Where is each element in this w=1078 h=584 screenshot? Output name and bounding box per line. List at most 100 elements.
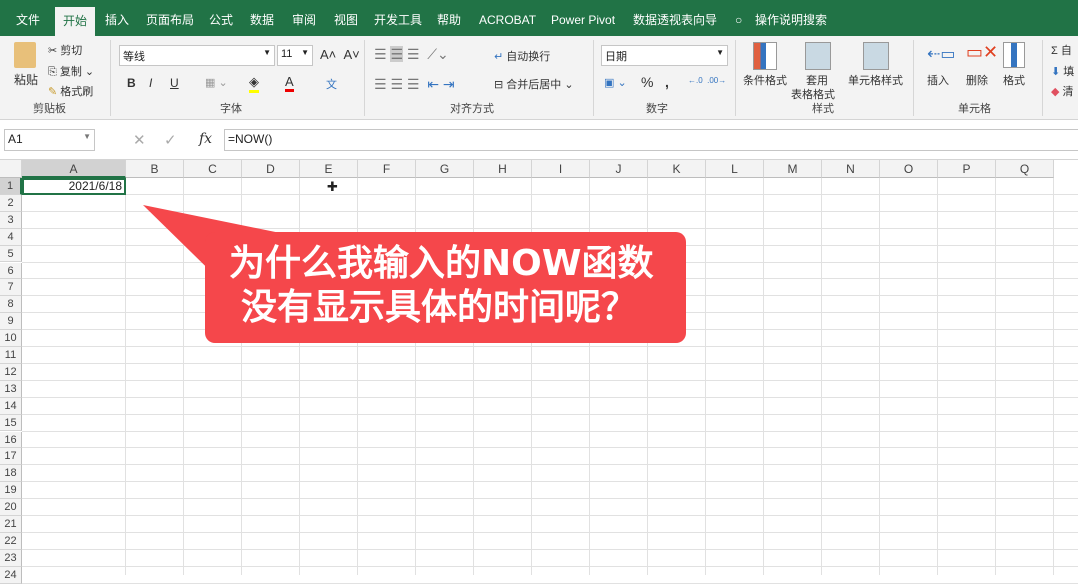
clear-button[interactable]: ◆ 清 — [1051, 83, 1074, 99]
horizontal-align-icons[interactable]: ☰ ☰ ☰ ⇤ ⇥ — [374, 76, 455, 93]
decimal-icons[interactable]: ←.0 .00→ — [688, 76, 726, 85]
tab-9[interactable]: 帮助 — [429, 0, 469, 36]
merge-center-button[interactable]: ⊟ 合并后居中 ⌄ — [494, 76, 574, 92]
insert-function-button[interactable]: fx — [199, 131, 212, 147]
currency-icon[interactable]: ▣ ⌄ — [604, 76, 627, 89]
column-header-Q[interactable]: Q — [996, 160, 1054, 178]
row-header-7[interactable]: 7 — [0, 279, 22, 297]
row-header-21[interactable]: 21 — [0, 516, 22, 533]
font-name-select[interactable]: 等线 ▼ — [119, 45, 275, 66]
tab-10[interactable]: ACROBAT — [471, 0, 544, 36]
row-header-9[interactable]: 9 — [0, 313, 22, 331]
paste-icon[interactable] — [14, 42, 36, 68]
underline-button[interactable]: U — [170, 76, 179, 90]
row-header-5[interactable]: 5 — [0, 245, 22, 263]
grow-font-button[interactable]: A˄ A˅ — [320, 47, 360, 62]
conditional-format-button[interactable]: 条件格式 — [743, 72, 787, 88]
font-color-button[interactable]: A — [285, 74, 294, 92]
row-header-6[interactable]: 6 — [0, 262, 22, 280]
row-header-4[interactable]: 4 — [0, 228, 22, 246]
column-header-I[interactable]: I — [532, 160, 590, 178]
row-header-8[interactable]: 8 — [0, 296, 22, 314]
format-painter-button[interactable]: ✎ 格式刷 — [48, 83, 93, 99]
tab-13[interactable]: 操作说明搜索 — [747, 0, 835, 36]
cell-styles-button[interactable]: 单元格样式 — [848, 72, 903, 88]
enter-icon[interactable]: ✓ — [164, 131, 177, 149]
row-header-14[interactable]: 14 — [0, 397, 22, 415]
fill-color-icon[interactable]: ◈ — [249, 74, 259, 93]
tab-7[interactable]: 视图 — [326, 0, 366, 36]
row-header-11[interactable]: 11 — [0, 347, 22, 364]
number-format-select[interactable]: 日期 ▼ — [601, 45, 728, 66]
row-header-18[interactable]: 18 — [0, 465, 22, 483]
gridline — [22, 362, 1078, 364]
paste-button[interactable]: 粘贴 — [14, 71, 38, 88]
cell-A1[interactable]: 2021/6/18 — [22, 178, 126, 195]
bold-button[interactable]: B — [127, 76, 136, 90]
tab-4[interactable]: 公式 — [201, 0, 241, 36]
spreadsheet-grid[interactable]: A B C D E F G H I J K L M N O P Q 1 2 3 4 5 6 7 8 9 10 11 12 13 14 15 16… — [0, 160, 1078, 584]
row-header-13[interactable]: 13 — [0, 380, 22, 398]
formula-input[interactable]: =NOW() — [224, 129, 1078, 151]
column-header-D[interactable]: D — [242, 160, 300, 178]
format-cells-button[interactable]: 格式 — [1003, 72, 1025, 88]
border-icon[interactable]: ▦ ⌄ — [205, 76, 228, 89]
percent-button[interactable]: % — [641, 74, 653, 90]
row-header-2[interactable]: 2 — [0, 194, 22, 212]
column-header-M[interactable]: M — [764, 160, 822, 178]
tab-2[interactable]: 插入 — [97, 0, 137, 36]
column-header-J[interactable]: J — [590, 160, 648, 178]
column-header-H[interactable]: H — [474, 160, 532, 178]
column-header-B[interactable]: B — [126, 160, 184, 178]
row-header-17[interactable]: 17 — [0, 448, 22, 466]
row-header-10[interactable]: 10 — [0, 330, 22, 347]
row-header-16[interactable]: 16 — [0, 431, 22, 449]
column-header-G[interactable]: G — [416, 160, 474, 178]
vertical-align-icons[interactable]: ☰ ☰ ☰ ⟋⌄ — [374, 46, 449, 63]
cut-button[interactable]: ✂ 剪切 — [48, 42, 82, 58]
column-header-K[interactable]: K — [648, 160, 706, 178]
row-header-24[interactable]: 24 — [0, 566, 22, 584]
font-size-select[interactable]: 11 ▼ — [277, 45, 313, 66]
tab-6[interactable]: 审阅 — [284, 0, 324, 36]
italic-button[interactable]: I — [149, 76, 152, 90]
column-header-O[interactable]: O — [880, 160, 938, 178]
row-header-23[interactable]: 23 — [0, 549, 22, 567]
ribbon-tabs: 文件 开始 插入 页面布局 公式 数据 审阅 视图 开发工具 帮助 ACROBAT Power Piv… — [0, 0, 1078, 36]
cancel-icon[interactable]: ✕ — [133, 131, 146, 149]
comma-button[interactable]: , — [665, 74, 669, 90]
tab-12[interactable]: 数据透视表向导 — [625, 0, 725, 36]
row-header-3[interactable]: 3 — [0, 211, 22, 229]
sigma-icon: Σ — [1051, 45, 1061, 57]
select-all-corner[interactable] — [0, 160, 22, 178]
row-header-1[interactable]: 1 — [0, 178, 22, 195]
wrap-text-button[interactable]: ↵ 自动换行 — [494, 48, 550, 64]
name-box[interactable]: A1 ▼ — [4, 129, 95, 151]
tab-5[interactable]: 数据 — [242, 0, 282, 36]
delete-cells-button[interactable]: 删除 — [966, 72, 988, 88]
lightbulb-icon: ○ — [735, 13, 743, 27]
column-header-L[interactable]: L — [706, 160, 764, 178]
copy-button[interactable]: ⎘ 复制 ⌄ — [48, 63, 94, 79]
row-header-12[interactable]: 12 — [0, 363, 22, 381]
row-header-22[interactable]: 22 — [0, 532, 22, 550]
gridline — [22, 447, 1078, 449]
column-header-A[interactable]: A — [22, 160, 126, 178]
column-header-F[interactable]: F — [358, 160, 416, 178]
row-header-19[interactable]: 19 — [0, 482, 22, 500]
column-header-C[interactable]: C — [184, 160, 242, 178]
tab-11[interactable]: Power Pivot — [543, 0, 623, 36]
row-header-15[interactable]: 15 — [0, 414, 22, 432]
tab-1[interactable]: 开始 — [55, 7, 96, 36]
column-header-N[interactable]: N — [822, 160, 880, 178]
column-header-E[interactable]: E — [300, 160, 358, 178]
tab-0[interactable]: 文件 — [8, 0, 48, 36]
phonetic-button[interactable]: 文 — [326, 76, 337, 92]
column-header-P[interactable]: P — [938, 160, 996, 178]
row-header-20[interactable]: 20 — [0, 499, 22, 516]
insert-cells-button[interactable]: 插入 — [927, 72, 949, 88]
fill-button[interactable]: ⬇ 填 — [1051, 63, 1074, 79]
tab-3[interactable]: 页面布局 — [138, 0, 202, 36]
autosum-button[interactable]: Σ 自 — [1051, 42, 1072, 58]
tab-8[interactable]: 开发工具 — [366, 0, 430, 36]
